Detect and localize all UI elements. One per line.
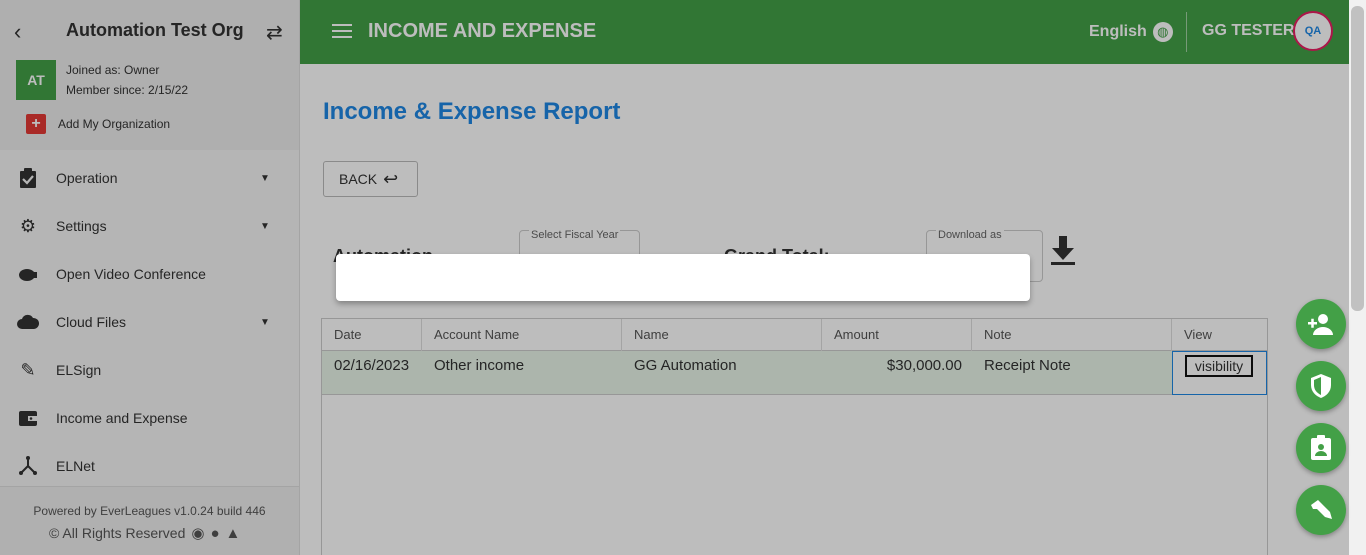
add-person-fab[interactable] xyxy=(1296,299,1346,349)
shield-fab[interactable] xyxy=(1296,361,1346,411)
page-scrollbar[interactable] xyxy=(1349,0,1366,555)
tool-fab[interactable] xyxy=(1296,485,1346,535)
contact-badge-fab[interactable] xyxy=(1296,423,1346,473)
scrollbar-thumb[interactable] xyxy=(1351,6,1364,311)
loading-dialog xyxy=(336,254,1030,301)
